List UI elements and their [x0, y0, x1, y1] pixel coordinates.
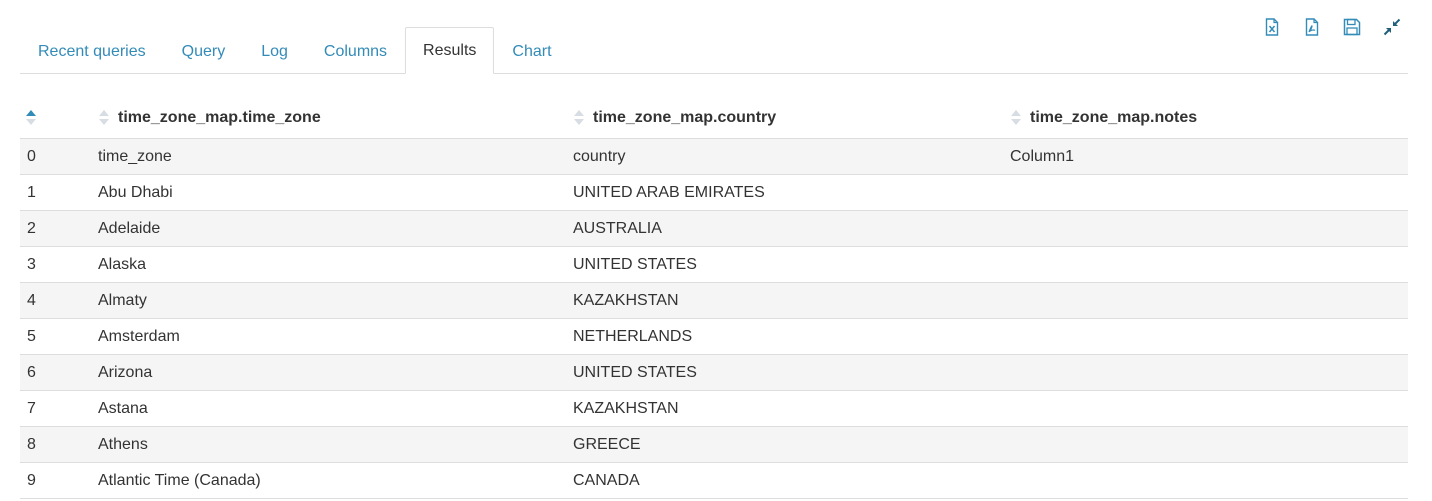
row-number: 9: [20, 462, 98, 499]
table-row[interactable]: 7 Astana KAZAKHSTAN: [20, 390, 1408, 427]
row-number: 0: [20, 138, 98, 175]
cell-country: AUSTRALIA: [573, 210, 1010, 247]
tab-query[interactable]: Query: [164, 28, 244, 73]
cell-country: KAZAKHSTAN: [573, 282, 1010, 319]
result-tabs: Recent queries Query Log Columns Results…: [20, 27, 1408, 74]
collapse-results-button[interactable]: [1372, 14, 1412, 40]
column-header-time-zone[interactable]: time_zone_map.time_zone: [98, 102, 573, 139]
download-excel-button[interactable]: [1252, 14, 1292, 40]
cell-notes: [1010, 354, 1408, 391]
save-results-button[interactable]: [1332, 14, 1372, 40]
table-row[interactable]: 9 Atlantic Time (Canada) CANADA: [20, 462, 1408, 499]
row-number: 4: [20, 282, 98, 319]
table-row[interactable]: 1 Abu Dhabi UNITED ARAB EMIRATES: [20, 174, 1408, 211]
tab-log[interactable]: Log: [243, 28, 306, 73]
excel-download-icon: [1265, 18, 1279, 36]
cell-country: NETHERLANDS: [573, 318, 1010, 355]
table-row[interactable]: 0 time_zone country Column1: [20, 138, 1408, 175]
column-header-notes[interactable]: time_zone_map.notes: [1010, 102, 1408, 139]
cell-time-zone: Arizona: [98, 354, 573, 391]
table-row[interactable]: 6 Arizona UNITED STATES: [20, 354, 1408, 391]
column-header-label: time_zone_map.time_zone: [118, 108, 321, 126]
cell-notes: [1010, 246, 1408, 283]
cell-time-zone: Alaska: [98, 246, 573, 283]
query-results-panel: Recent queries Query Log Columns Results…: [0, 0, 1432, 501]
column-header-label: time_zone_map.notes: [1030, 108, 1198, 126]
cell-country: CANADA: [573, 462, 1010, 499]
cell-country: GREECE: [573, 426, 1010, 463]
tab-recent-queries[interactable]: Recent queries: [20, 28, 164, 73]
table-row[interactable]: 4 Almaty KAZAKHSTAN: [20, 282, 1408, 319]
csv-download-icon: [1305, 18, 1319, 36]
row-number-header[interactable]: [20, 102, 98, 139]
collapse-icon: [1383, 18, 1401, 36]
tab-results[interactable]: Results: [405, 27, 495, 74]
column-header-country[interactable]: time_zone_map.country: [573, 102, 1010, 139]
cell-country: UNITED STATES: [573, 246, 1010, 283]
save-icon: [1343, 18, 1361, 36]
cell-country: UNITED ARAB EMIRATES: [573, 174, 1010, 211]
table-row[interactable]: 5 Amsterdam NETHERLANDS: [20, 318, 1408, 355]
table-row[interactable]: 8 Athens GREECE: [20, 426, 1408, 463]
cell-notes: [1010, 462, 1408, 499]
table-row[interactable]: 3 Alaska UNITED STATES: [20, 246, 1408, 283]
column-header-label: time_zone_map.country: [593, 108, 777, 126]
sort-ascending-icon: [25, 109, 37, 127]
row-number: 6: [20, 354, 98, 391]
cell-time-zone: Almaty: [98, 282, 573, 319]
cell-time-zone: Atlantic Time (Canada): [98, 462, 573, 499]
cell-time-zone: Adelaide: [98, 210, 573, 247]
header-row: time_zone_map.time_zone time_zone_map.co…: [20, 102, 1408, 139]
table-row[interactable]: 2 Adelaide AUSTRALIA: [20, 210, 1408, 247]
row-number: 3: [20, 246, 98, 283]
cell-notes: Column1: [1010, 138, 1408, 175]
cell-time-zone: Athens: [98, 426, 573, 463]
cell-time-zone: time_zone: [98, 138, 573, 175]
tab-chart[interactable]: Chart: [494, 28, 569, 73]
sort-icon: [573, 109, 585, 127]
sort-icon: [1010, 109, 1022, 127]
row-number: 5: [20, 318, 98, 355]
cell-time-zone: Amsterdam: [98, 318, 573, 355]
row-number: 7: [20, 390, 98, 427]
row-number: 8: [20, 426, 98, 463]
cell-notes: [1010, 318, 1408, 355]
cell-country: country: [573, 138, 1010, 175]
cell-notes: [1010, 210, 1408, 247]
cell-notes: [1010, 390, 1408, 427]
row-number: 1: [20, 174, 98, 211]
cell-country: KAZAKHSTAN: [573, 390, 1010, 427]
cell-notes: [1010, 282, 1408, 319]
row-number: 2: [20, 210, 98, 247]
download-csv-button[interactable]: [1292, 14, 1332, 40]
tab-columns[interactable]: Columns: [306, 28, 405, 73]
sort-icon: [98, 109, 110, 127]
cell-time-zone: Abu Dhabi: [98, 174, 573, 211]
cell-notes: [1010, 426, 1408, 463]
cell-notes: [1010, 174, 1408, 211]
cell-time-zone: Astana: [98, 390, 573, 427]
results-table: time_zone_map.time_zone time_zone_map.co…: [20, 102, 1408, 499]
results-toolbar: [1252, 14, 1412, 40]
cell-country: UNITED STATES: [573, 354, 1010, 391]
